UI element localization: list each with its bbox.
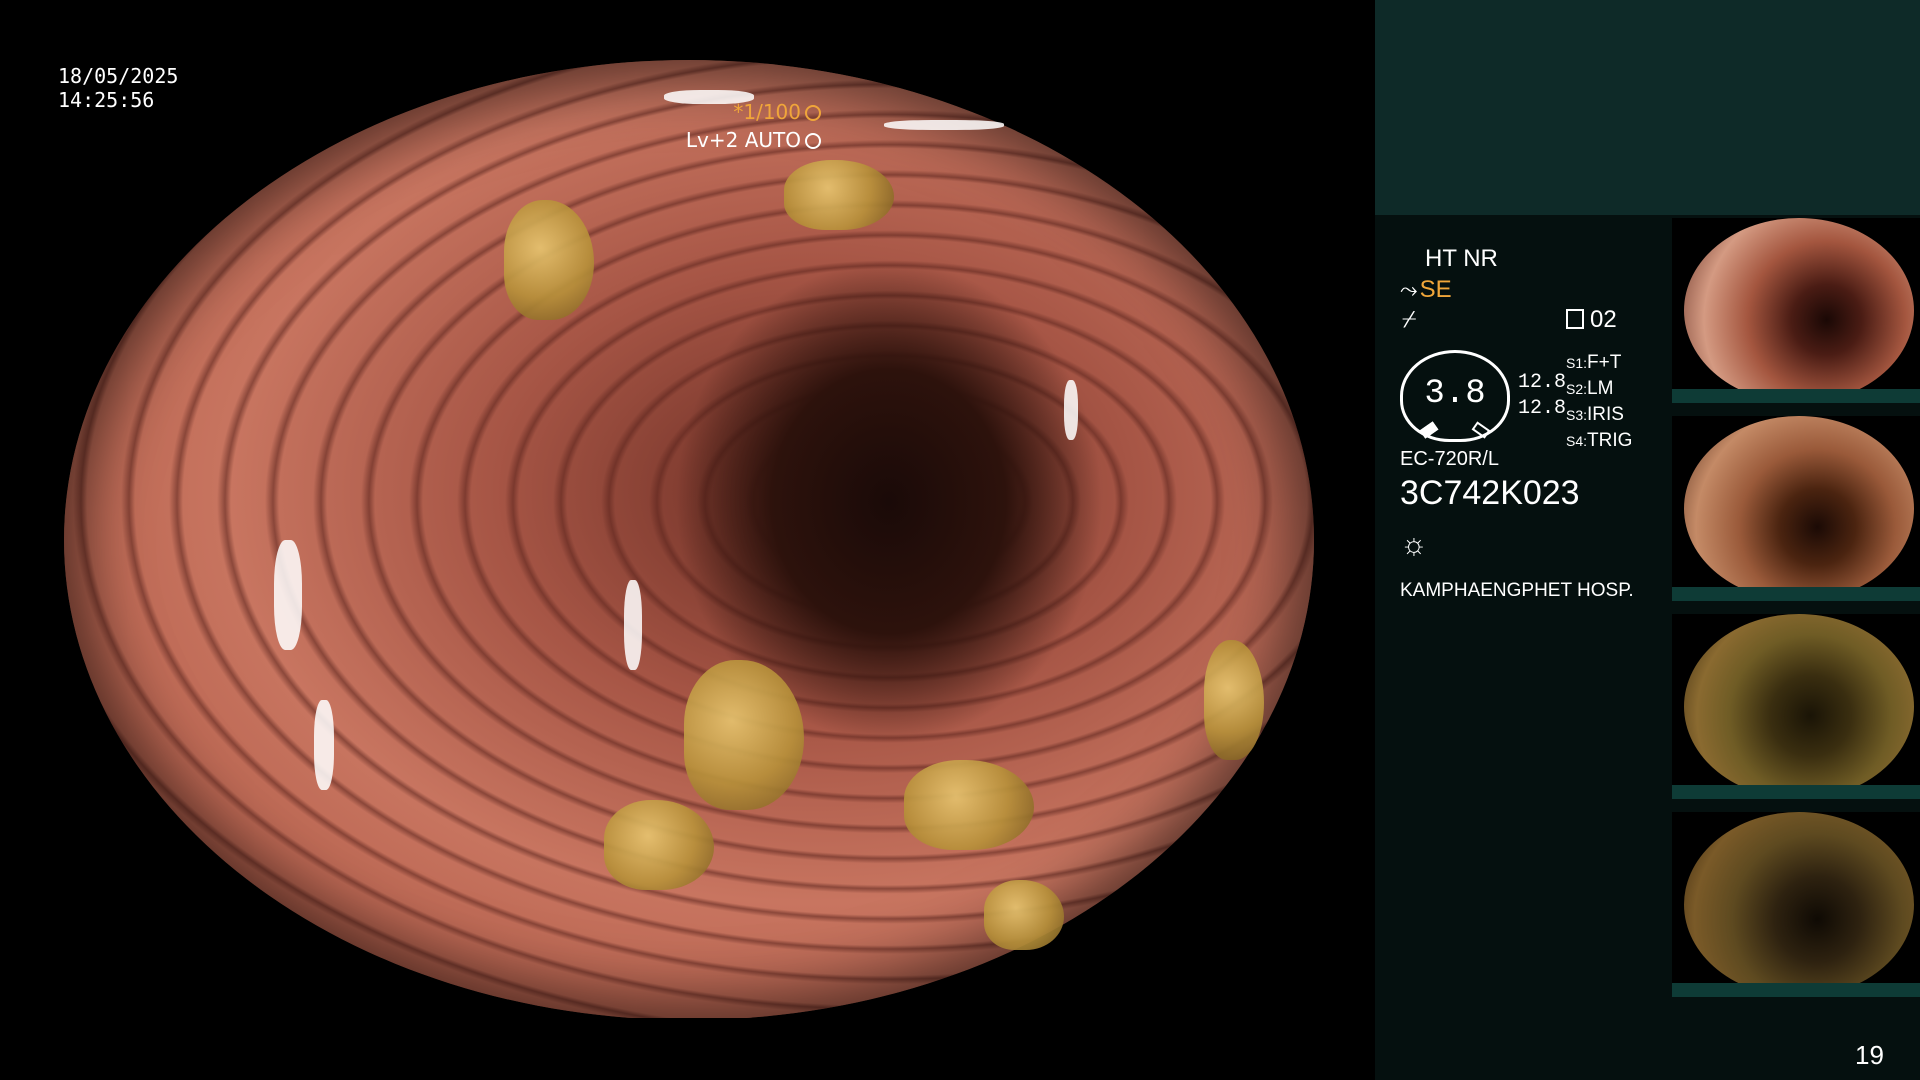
date: 18/05/2025 [58, 64, 179, 88]
thumbnail-bar [1672, 983, 1920, 997]
thumbnail-bar [1672, 587, 1920, 601]
channel-value: 02 [1590, 306, 1617, 333]
shutter-speed: *1/100 [733, 100, 801, 124]
gauge-value: 3.8 [1424, 375, 1486, 413]
slot-4: S4:TRIG [1566, 430, 1633, 451]
aperture-icon [805, 105, 821, 121]
enhance-level: Lv+2 AUTO [685, 128, 801, 152]
thumbnail[interactable] [1672, 614, 1920, 799]
hospital-name: KAMPHAENGPHET HOSP. [1400, 580, 1634, 601]
thumbnail-image [1684, 218, 1914, 403]
sun-icon: ☼ [1400, 528, 1428, 561]
gauge-number-a: 12.8 [1518, 371, 1567, 394]
thumbnail-image [1684, 812, 1914, 997]
thumbnail[interactable] [1672, 416, 1920, 601]
scope-serial: 3C742K023 [1400, 474, 1580, 512]
slot-1: S1:F+T [1566, 352, 1622, 373]
panel-header [1375, 0, 1920, 215]
scope-model: EC-720R/L [1400, 448, 1499, 470]
slot-2: S2:LM [1566, 378, 1614, 399]
date-time: 18/05/2025 14:25:56 [58, 64, 178, 112]
thumbnail[interactable] [1672, 812, 1920, 997]
brightness-gauge: 3.8 [1400, 350, 1510, 442]
thumbnail-image [1684, 614, 1914, 799]
endoscope-viewport: 18/05/2025 14:25:56 *1/100 Lv+2 AUTO [0, 0, 1375, 1080]
structure-enhance: ⤳SE [1400, 276, 1452, 304]
exposure-info: *1/100 Lv+2 AUTO [686, 98, 821, 154]
curve-icon: ⤳ [1400, 277, 1418, 302]
freeze-icon: ⌿ [1402, 306, 1417, 333]
thumbnail[interactable] [1672, 218, 1920, 403]
channel: 02 [1566, 306, 1617, 334]
iris-icon [805, 133, 821, 149]
mode-label: HT NR [1425, 245, 1498, 272]
memory-icon [1566, 309, 1584, 329]
slot-3: S3:IRIS [1566, 404, 1624, 425]
endoscopy-image [64, 60, 1314, 1020]
gauge-numbers: 12.8 12.8 [1518, 370, 1566, 422]
page-number: 19 [1855, 1040, 1884, 1070]
switch-slots: S1:F+T S2:LM S3:IRIS S4:TRIG [1566, 350, 1632, 454]
thumbnail-image [1684, 416, 1914, 601]
gauge-number-b: 12.8 [1518, 397, 1567, 420]
se-label: SE [1419, 276, 1452, 303]
time: 14:25:56 [58, 88, 155, 112]
thumbnail-bar [1672, 785, 1920, 799]
thumbnail-bar [1672, 389, 1920, 403]
